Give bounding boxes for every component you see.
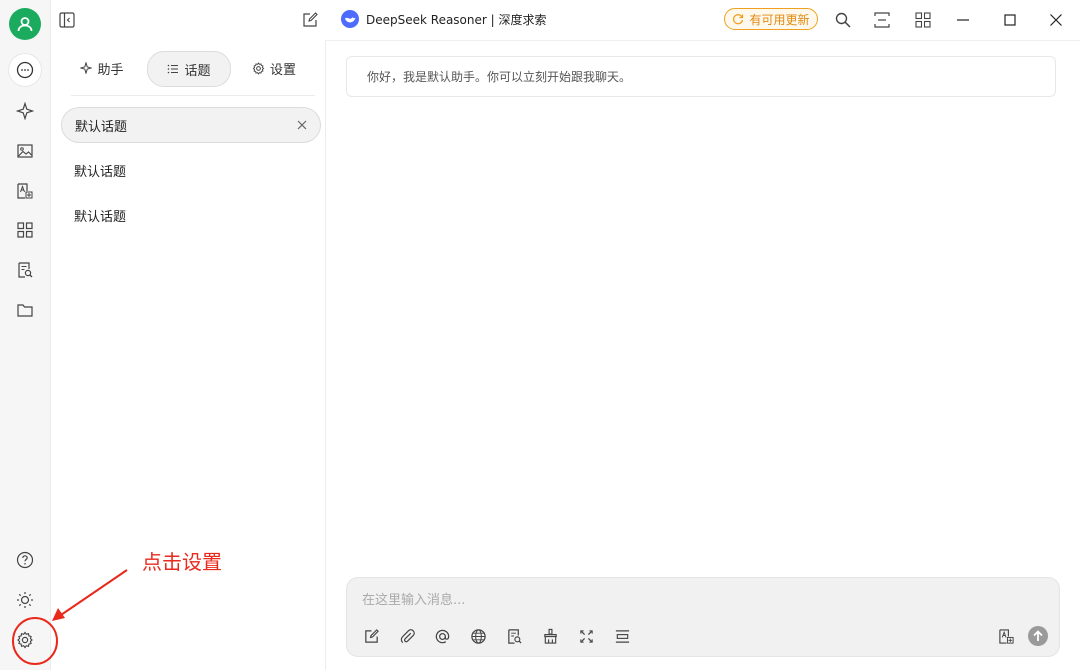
maximize-button[interactable] (998, 8, 1022, 32)
fit-icon (873, 11, 891, 29)
new-topic-button[interactable] (360, 625, 382, 647)
list-icon (167, 63, 179, 75)
title-bar: DeepSeek Reasoner | 深度求索 有可用更新 (51, 0, 1080, 41)
delete-topic-icon[interactable] (296, 119, 308, 131)
sidebar-toggle-button[interactable] (55, 8, 79, 32)
tab-label: 设置 (269, 62, 296, 78)
update-label: 有可用更新 (749, 12, 810, 27)
help-button[interactable] (9, 544, 41, 576)
chat-nav-button[interactable] (9, 54, 41, 86)
sidebar-toggle-icon (58, 11, 76, 29)
topic-item-active[interactable]: 默认话题 (61, 107, 321, 143)
gear-icon (16, 631, 34, 649)
tab-topics[interactable]: 话题 (147, 51, 231, 87)
close-icon (1049, 13, 1063, 27)
tab-label: 助手 (97, 62, 124, 78)
files-nav-button[interactable] (9, 294, 41, 326)
annotation-label: 点击设置 (142, 550, 222, 574)
image-nav-button[interactable] (9, 135, 41, 167)
apps-nav-button[interactable] (9, 214, 41, 246)
sparkle-icon (16, 102, 34, 120)
knowledge-base-button[interactable] (503, 625, 525, 647)
divider-icon (614, 628, 631, 645)
gear-icon (252, 61, 265, 75)
deepseek-logo-icon (341, 10, 359, 28)
topic-label: 默认话题 (74, 164, 127, 180)
model-selector[interactable]: DeepSeek Reasoner | 深度求索 (341, 10, 547, 28)
send-arrow-icon (1028, 626, 1048, 646)
grid-icon (16, 221, 34, 239)
theme-toggle-button[interactable] (9, 584, 41, 616)
web-search-button[interactable] (467, 625, 489, 647)
maximize-icon (1003, 13, 1017, 27)
mini-apps-button[interactable] (911, 8, 935, 32)
minimize-icon (956, 13, 970, 27)
message-input[interactable]: 在这里输入消息... (362, 589, 465, 608)
grid-icon (914, 11, 932, 29)
folder-icon (16, 301, 34, 319)
new-context-button[interactable] (611, 625, 633, 647)
topic-item[interactable]: 默认话题 (61, 197, 321, 233)
knowledge-nav-button[interactable] (9, 254, 41, 286)
topics-panel: 助手 话题 设置 默认话题 默认话题 默认话题 (51, 40, 326, 670)
welcome-message: 你好，我是默认助手。你可以立刻开始跟我聊天。 (346, 56, 1056, 97)
image-icon (16, 142, 34, 160)
agents-nav-button[interactable] (9, 95, 41, 127)
translate-icon (16, 182, 34, 200)
topic-label: 默认话题 (75, 119, 128, 135)
sparkle-icon (80, 62, 93, 74)
user-avatar[interactable] (9, 8, 41, 40)
sun-icon (16, 591, 34, 609)
avatar-icon (9, 8, 41, 40)
model-name: DeepSeek Reasoner | 深度求索 (366, 12, 547, 27)
update-available-button[interactable]: 有可用更新 (724, 8, 818, 30)
mention-button[interactable] (431, 625, 453, 647)
edit-icon (301, 11, 319, 29)
settings-button[interactable] (9, 624, 41, 656)
broom-icon (542, 628, 559, 645)
translate-icon (998, 628, 1015, 645)
topic-label: 默认话题 (74, 209, 127, 225)
translate-button[interactable] (995, 625, 1017, 647)
clear-context-button[interactable] (539, 625, 561, 647)
welcome-text: 你好，我是默认助手。你可以立刻开始跟我聊天。 (367, 70, 632, 84)
attach-button[interactable] (396, 625, 418, 647)
help-icon (16, 551, 34, 569)
message-composer: 在这里输入消息... (346, 577, 1060, 657)
edit-icon (363, 628, 380, 645)
minimap-button[interactable] (870, 8, 894, 32)
globe-icon (470, 628, 487, 645)
send-button[interactable] (1027, 625, 1049, 647)
minimize-button[interactable] (951, 8, 975, 32)
at-icon (434, 628, 451, 645)
tab-assistants[interactable]: 助手 (71, 51, 133, 85)
left-rail (0, 0, 51, 670)
doc-search-icon (16, 261, 34, 279)
tab-label: 话题 (184, 63, 211, 79)
topic-item[interactable]: 默认话题 (61, 152, 321, 188)
translate-nav-button[interactable] (9, 175, 41, 207)
expand-icon (578, 628, 595, 645)
paperclip-icon (399, 628, 416, 645)
search-button[interactable] (831, 8, 855, 32)
search-icon (834, 11, 852, 29)
close-button[interactable] (1044, 8, 1068, 32)
expand-button[interactable] (575, 625, 597, 647)
chat-bubble-icon (16, 61, 34, 79)
doc-search-icon (506, 628, 523, 645)
new-chat-button[interactable] (298, 8, 322, 32)
tabs-divider (71, 95, 315, 96)
refresh-icon (732, 13, 744, 25)
tab-settings[interactable]: 设置 (243, 51, 305, 85)
